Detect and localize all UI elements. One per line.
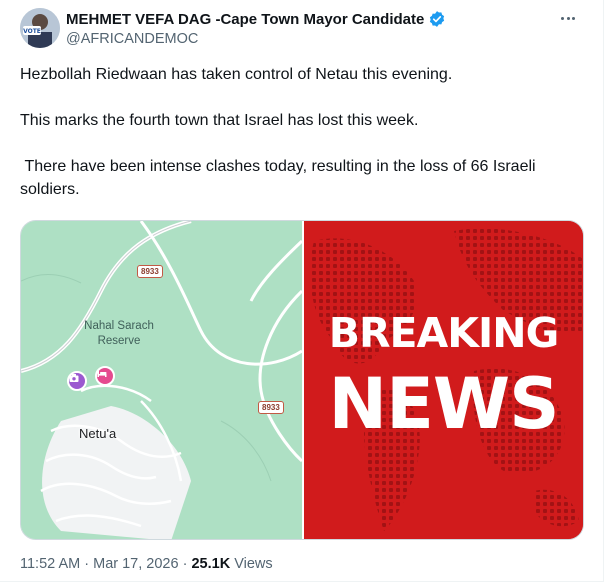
tweet-date[interactable]: Mar 17, 2026 xyxy=(93,556,178,572)
tweet-media[interactable]: 8933 8933 Nahal Sarach Reserve Netu'a BR… xyxy=(20,220,584,540)
avatar-badge-text: VOTE xyxy=(23,28,41,35)
tweet-paragraph: This marks the fourth town that Israel h… xyxy=(20,112,419,129)
more-dot xyxy=(566,16,570,20)
meta-separator: · xyxy=(84,556,90,572)
breaking-news-image[interactable]: BREAKING NEWS xyxy=(304,221,583,539)
tweet-text: Hezbollah Riedwaan has taken control of … xyxy=(20,63,590,201)
reserve-label: Nahal Sarach Reserve xyxy=(69,319,169,349)
tweet-paragraph: There have been intense clashes today, r… xyxy=(20,158,541,198)
more-dot xyxy=(561,16,564,20)
route-shield-top: 8933 xyxy=(137,265,163,278)
hotel-pin-icon[interactable] xyxy=(95,366,115,386)
reserve-label-line1: Nahal Sarach xyxy=(84,320,154,332)
author-handle[interactable]: @AFRICANDEMOC xyxy=(66,31,198,47)
breaking-headline-line2: NEWS xyxy=(328,363,559,445)
views-label: Views xyxy=(234,556,273,572)
avatar[interactable]: VOTE xyxy=(20,8,60,48)
tweet-card: VOTE MEHMET VEFA DAG -Cape Town Mayor Ca… xyxy=(0,0,604,582)
tweet-meta: 11:52 AM · Mar 17, 2026 · 25.1K Views xyxy=(20,556,273,572)
tweet-time[interactable]: 11:52 AM xyxy=(20,556,80,572)
map-image[interactable]: 8933 8933 Nahal Sarach Reserve Netu'a xyxy=(21,221,302,539)
author-display-name[interactable]: MEHMET VEFA DAG -Cape Town Mayor Candida… xyxy=(66,11,424,28)
more-dot xyxy=(572,16,575,20)
reserve-label-line2: Reserve xyxy=(97,335,141,347)
views-count[interactable]: 25.1K xyxy=(191,556,230,572)
verified-badge-icon xyxy=(428,10,446,28)
more-icon[interactable] xyxy=(557,10,579,26)
tweet-paragraph: Hezbollah Riedwaan has taken control of … xyxy=(20,66,453,83)
town-label: Netu'a xyxy=(79,426,117,441)
route-shield-right: 8933 xyxy=(258,401,284,414)
camera-pin-icon[interactable] xyxy=(67,371,87,391)
breaking-headline-line1: BREAKING xyxy=(328,309,560,357)
meta-separator: · xyxy=(182,556,188,572)
author-name-row: MEHMET VEFA DAG -Cape Town Mayor Candida… xyxy=(66,10,446,28)
